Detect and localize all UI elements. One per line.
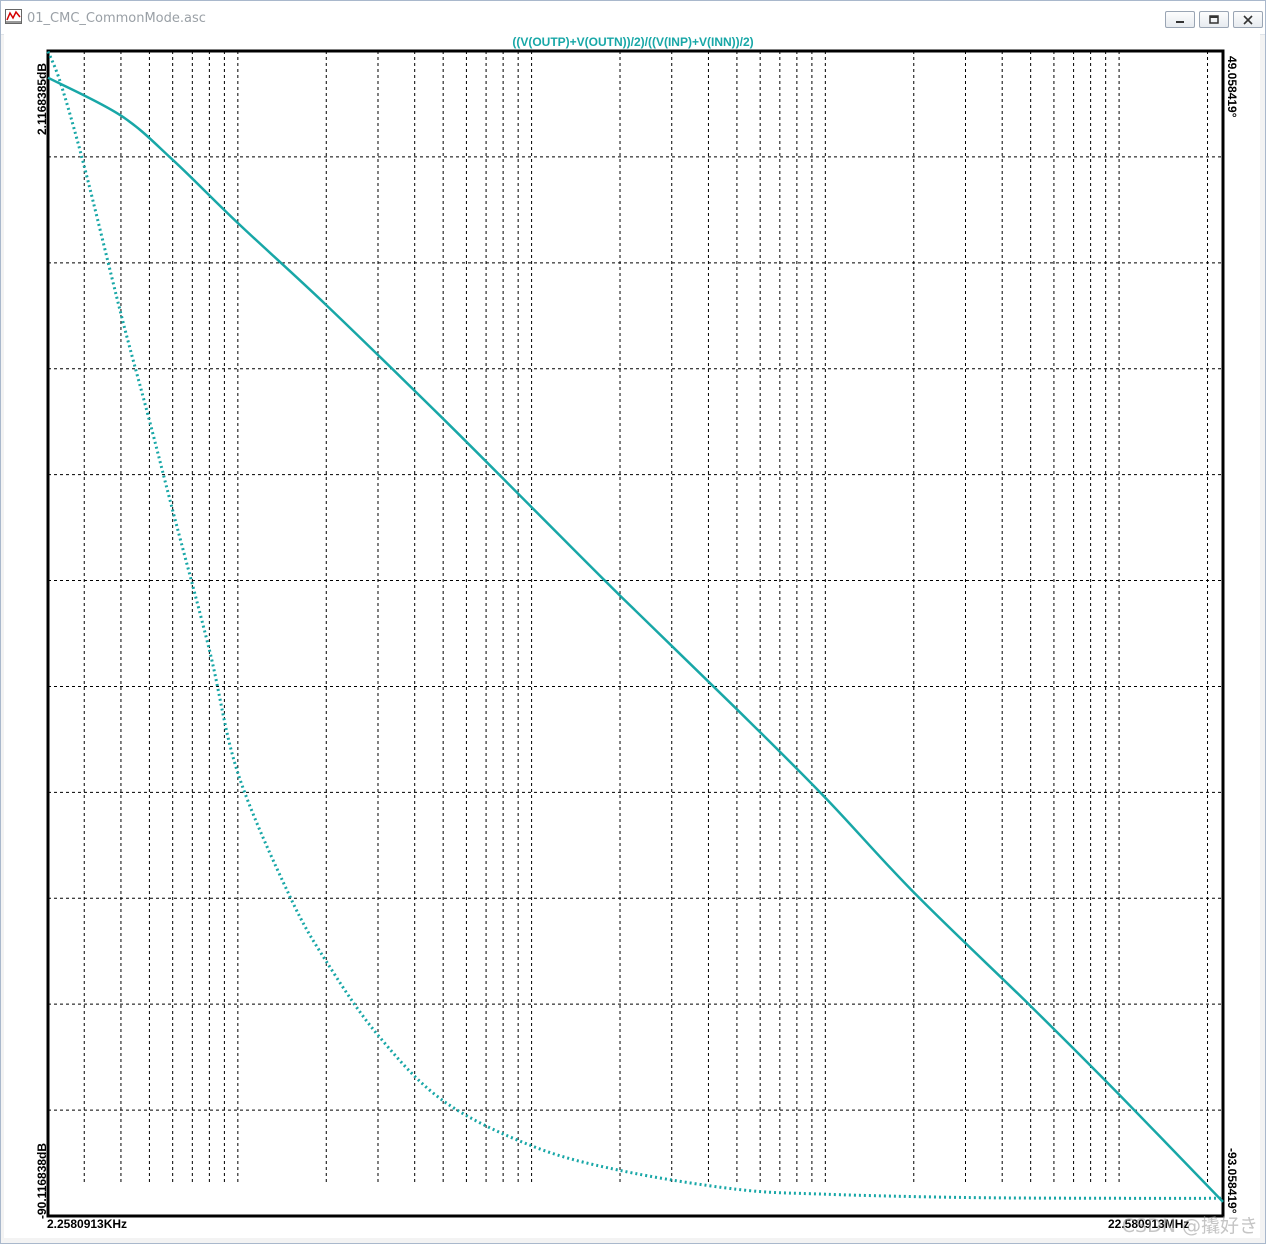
grid-lines xyxy=(48,51,1223,1184)
y-right-bottom-label: -93.058419° xyxy=(1225,1148,1239,1214)
bode-plot xyxy=(46,49,1225,1218)
y-left-top-label: 2.1168385dB xyxy=(35,62,49,135)
chart-title: ((V(OUTP)+V(OUTN))/2)/((V(INP)+V(INN))/2… xyxy=(512,35,754,49)
y-right-top-label: 49.058419° xyxy=(1225,56,1239,118)
x-left-label: 2.2580913KHz xyxy=(47,1217,128,1231)
phase-trace xyxy=(46,50,1224,1200)
watermark: CSDN @撬好き xyxy=(1121,1215,1258,1237)
y-left-bottom-label: -90.116838dB xyxy=(35,1142,49,1219)
